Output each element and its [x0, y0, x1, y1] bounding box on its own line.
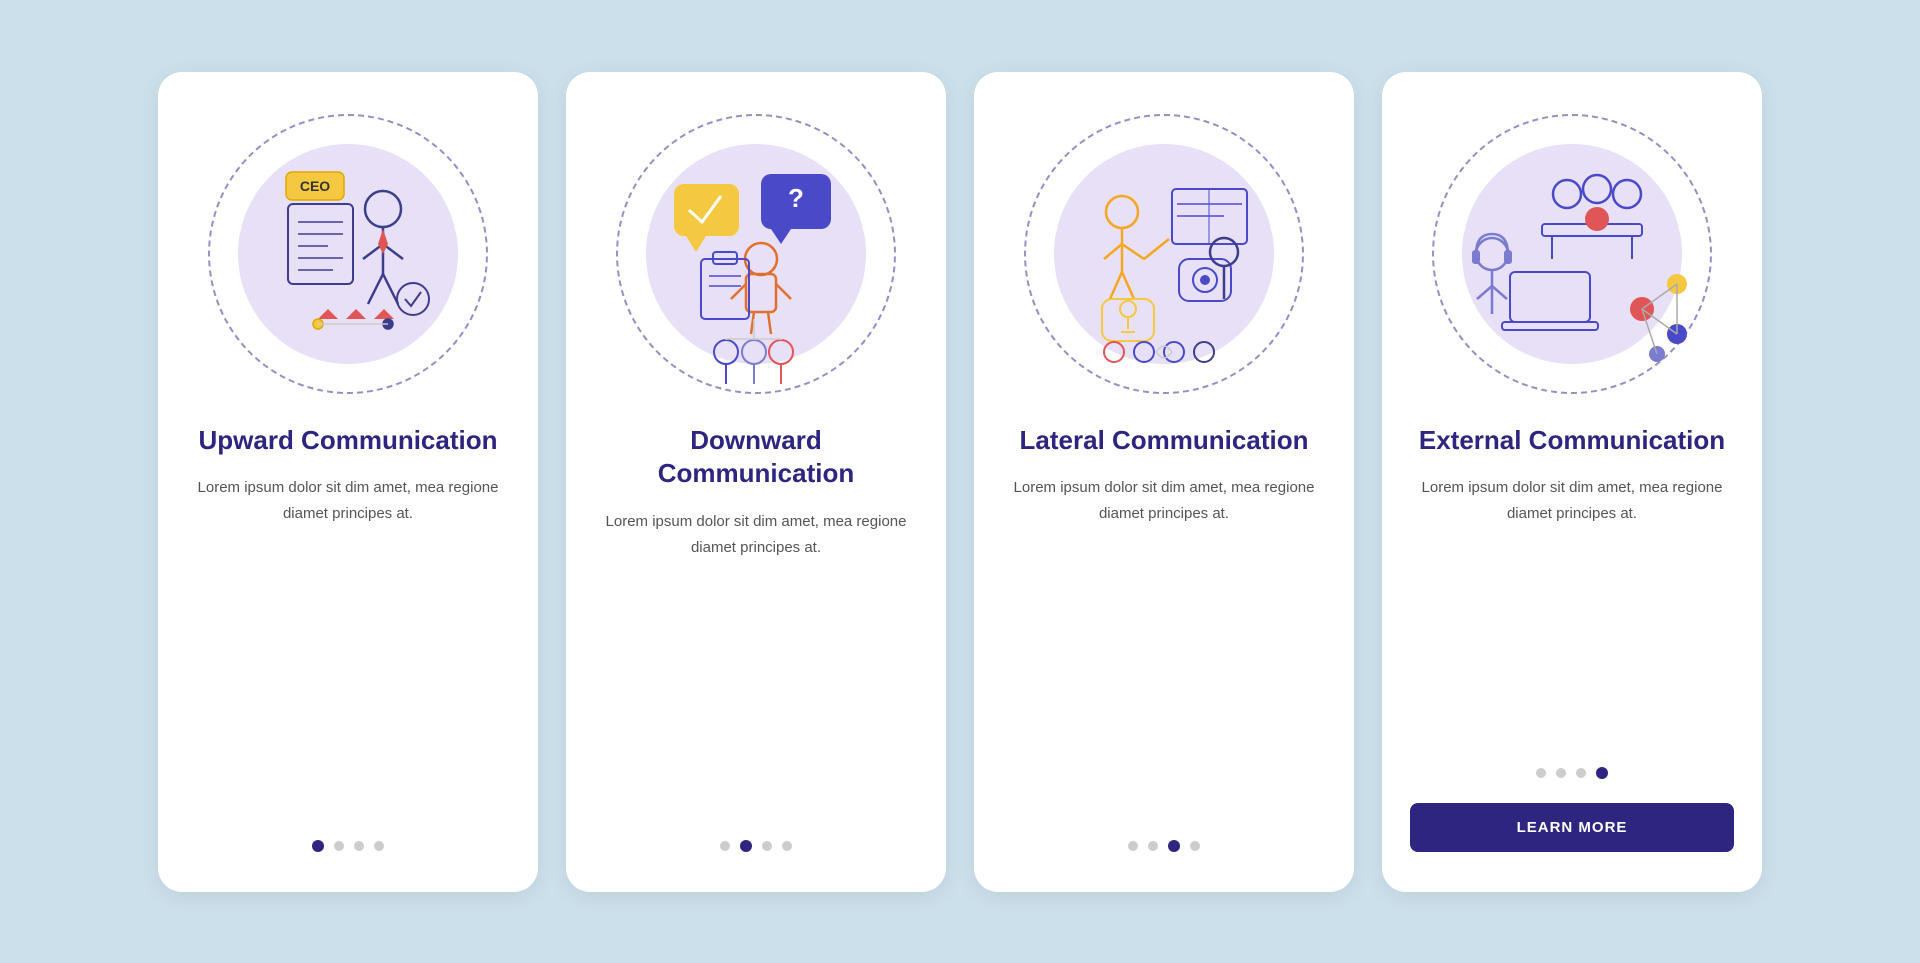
dot-1: [1536, 768, 1546, 778]
dots-upward: [312, 840, 384, 852]
dot-4: [1190, 841, 1200, 851]
card-external: External Communication Lorem ipsum dolor…: [1382, 72, 1762, 892]
card-upward: CEO: [158, 72, 538, 892]
card-title-lateral: Lateral Communication: [1020, 424, 1309, 458]
illustration-external: [1422, 104, 1722, 404]
illustration-upward: CEO: [198, 104, 498, 404]
card-title-external: External Communication: [1419, 424, 1725, 458]
svg-text:?: ?: [788, 183, 804, 213]
svg-text:CEO: CEO: [300, 178, 330, 194]
dot-1: [1128, 841, 1138, 851]
dot-3: [762, 841, 772, 851]
dot-3: [354, 841, 364, 851]
dot-2: [1556, 768, 1566, 778]
dots-lateral: [1128, 840, 1200, 852]
card-lateral: Lateral Communication Lorem ipsum dolor …: [974, 72, 1354, 892]
cards-container: CEO: [118, 32, 1802, 932]
card-body-lateral: Lorem ipsum dolor sit dim amet, mea regi…: [1002, 475, 1326, 811]
dot-1: [312, 840, 324, 852]
dots-downward: [720, 840, 792, 852]
dot-3: [1168, 840, 1180, 852]
card-body-downward: Lorem ipsum dolor sit dim amet, mea regi…: [594, 509, 918, 811]
dot-4: [1596, 767, 1608, 779]
learn-more-button[interactable]: LEARN MORE: [1410, 803, 1734, 852]
illustration-downward: ?: [606, 104, 906, 404]
dot-2: [740, 840, 752, 852]
dot-2: [1148, 841, 1158, 851]
card-title-upward: Upward Communication: [198, 424, 497, 458]
card-title-downward: Downward Communication: [594, 424, 918, 492]
card-downward: ?: [566, 72, 946, 892]
dot-4: [782, 841, 792, 851]
card-body-external: Lorem ipsum dolor sit dim amet, mea regi…: [1410, 475, 1734, 738]
card-body-upward: Lorem ipsum dolor sit dim amet, mea regi…: [186, 475, 510, 811]
dots-external: [1536, 767, 1608, 779]
illustration-lateral: [1014, 104, 1314, 404]
dot-3: [1576, 768, 1586, 778]
dot-2: [334, 841, 344, 851]
dot-1: [720, 841, 730, 851]
dot-4: [374, 841, 384, 851]
